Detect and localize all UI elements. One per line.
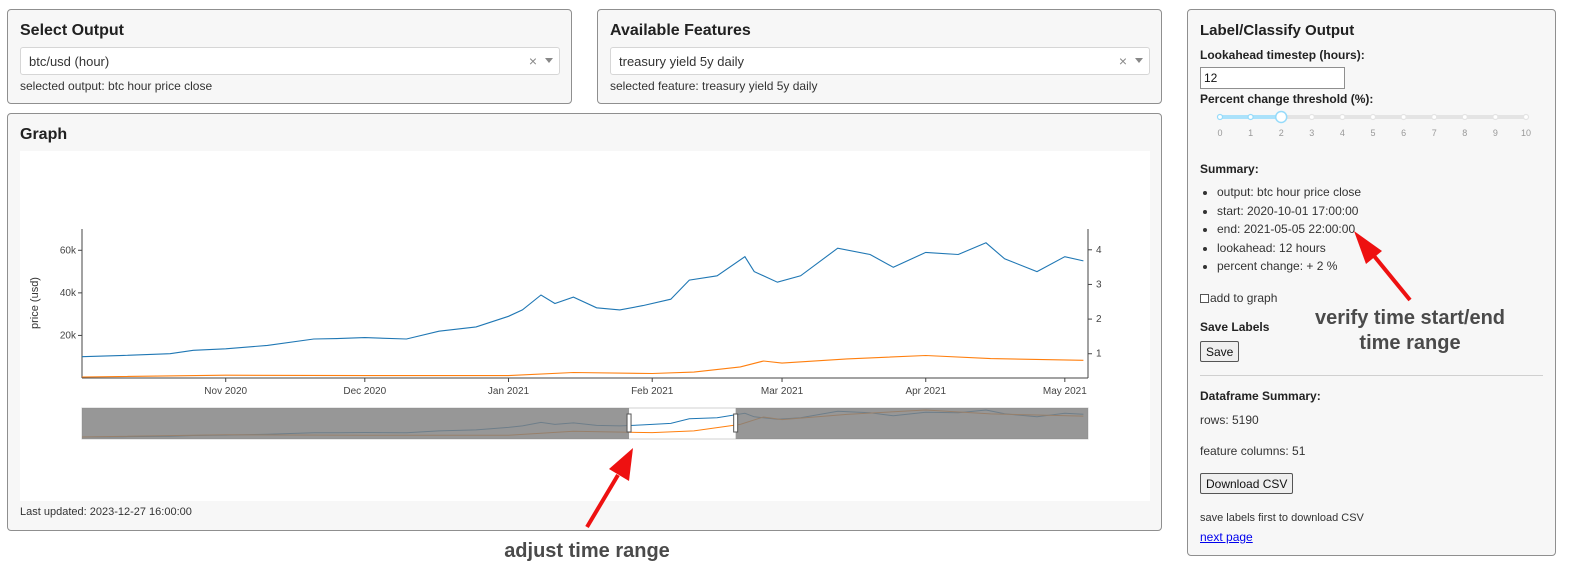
arrow-to-range-slider: [585, 448, 633, 529]
annotation-arrows: [585, 231, 1412, 529]
arrow-to-end-time: [1354, 231, 1412, 302]
